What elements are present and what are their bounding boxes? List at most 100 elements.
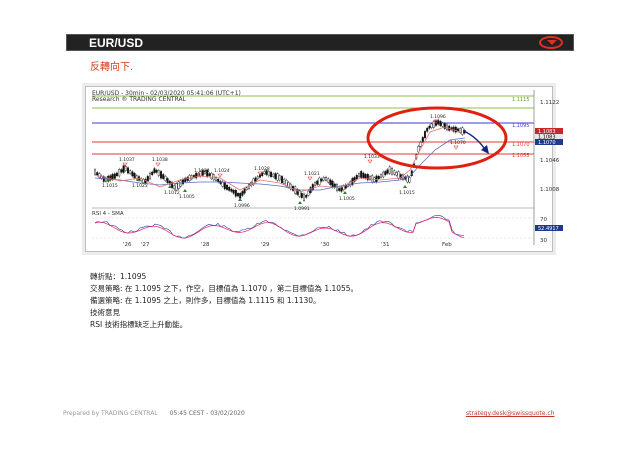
candle [144, 178, 147, 184]
level-label-1.1115: 1.1115 [512, 97, 530, 103]
candle [358, 173, 361, 177]
candle [129, 170, 132, 174]
axis-label-1.1046: 1.1046 [540, 158, 560, 164]
candle [274, 173, 277, 180]
candle [217, 178, 220, 183]
axis-label-1.1008: 1.1008 [540, 187, 560, 193]
candle [305, 194, 308, 198]
candle [234, 190, 237, 197]
candle [393, 170, 396, 175]
rsi-level-70: 70 [540, 217, 547, 223]
candle [230, 188, 233, 192]
level-label-1.1070: 1.1070 [512, 142, 530, 148]
candle [236, 193, 239, 197]
date-label: '29 [261, 242, 270, 248]
candle [300, 192, 303, 198]
candle [241, 191, 244, 196]
candle [318, 177, 321, 185]
candle [225, 184, 228, 190]
swing-label: 1.1024 [214, 168, 230, 174]
candle [159, 171, 162, 179]
candle [432, 121, 435, 128]
candle [186, 177, 189, 181]
swing-label: 1.1005 [339, 196, 355, 202]
candle [377, 176, 380, 179]
swing-label: 1.1015 [399, 190, 415, 196]
swing-high-marker [367, 159, 373, 164]
date-label: '27 [141, 242, 150, 248]
candle [113, 173, 116, 179]
candle [428, 125, 431, 129]
candle [173, 185, 176, 190]
swing-label: 1.1028 [254, 166, 270, 172]
candle [223, 182, 226, 190]
ma-fast-line [94, 126, 461, 193]
comment-title: 技術意見 [90, 308, 120, 317]
candle [164, 176, 167, 181]
candle [362, 172, 365, 178]
rsi-title: RSI 4 - SMA [92, 211, 124, 217]
footer-prepared: Prepared by TRADING CENTRAL 05:45 CEST -… [63, 410, 245, 417]
price-chart: 1.1037 1.1038 1.1024 1.1024 1.1028 1.1021 1.10… [92, 90, 563, 248]
candle [443, 123, 446, 129]
candle [243, 188, 246, 194]
candle [417, 146, 420, 153]
candle [272, 173, 275, 177]
date-label: '26 [123, 242, 132, 248]
candle [270, 171, 273, 177]
swing-label: 1.1012 [164, 190, 180, 196]
swing-label: 1.0996 [234, 203, 250, 209]
swing-high-marker [453, 145, 459, 150]
candle [261, 172, 264, 176]
candle [153, 168, 156, 174]
candle [124, 166, 127, 171]
candle [452, 126, 455, 132]
comment-line: RSI 技術指標缺乏上升動能。 [90, 320, 188, 329]
swing-label: 1.1015 [102, 183, 118, 189]
candle [421, 137, 424, 142]
candle [388, 166, 391, 174]
level-label-1.1055: 1.1055 [512, 153, 530, 159]
candle [439, 121, 442, 126]
swing-label: 1.1005 [179, 194, 195, 200]
candle [256, 176, 259, 180]
strategy-line: 交易策略: 在 1.1095 之下，作空，目標值為 1.1070 ，第二目標值為… [90, 284, 359, 293]
candle [232, 189, 235, 194]
candle [316, 180, 319, 185]
swing-low-marker [183, 189, 187, 192]
candle [454, 126, 457, 133]
axis-label-1.1122: 1.1122 [540, 100, 559, 106]
candle [146, 175, 149, 182]
candle [228, 186, 231, 191]
date-axis: '26 '27 '28 '29 '30 '31 Feb [123, 242, 452, 248]
candle [327, 178, 330, 183]
candle [338, 187, 341, 191]
candle [375, 175, 378, 183]
candle [115, 172, 118, 177]
candle [441, 122, 444, 127]
candle [254, 177, 257, 182]
candle [320, 178, 323, 182]
candle [118, 169, 121, 177]
candle [364, 174, 367, 179]
candle [384, 171, 387, 175]
candle [395, 172, 398, 176]
candle [281, 176, 284, 184]
footer-email-link[interactable]: strategy.desk@swissquote.ch [466, 410, 554, 417]
date-label: Feb [442, 242, 452, 248]
candle [126, 167, 129, 174]
candle [322, 177, 325, 181]
candle [239, 193, 242, 199]
candle [166, 178, 169, 183]
candles: 1.1037 1.1038 1.1024 1.1024 1.1028 1.1021 1.10… [93, 114, 466, 212]
swing-label: 1.1038 [152, 157, 168, 163]
candle [426, 127, 429, 132]
swing-low-marker [298, 201, 302, 204]
candle [96, 172, 99, 176]
rsi-value: 52.4917 [538, 226, 559, 232]
footer-prepared-by: Prepared by TRADING CENTRAL [63, 410, 158, 417]
candle [296, 189, 299, 195]
candle [430, 123, 433, 128]
swing-low-marker [403, 185, 407, 188]
candle [245, 187, 248, 190]
